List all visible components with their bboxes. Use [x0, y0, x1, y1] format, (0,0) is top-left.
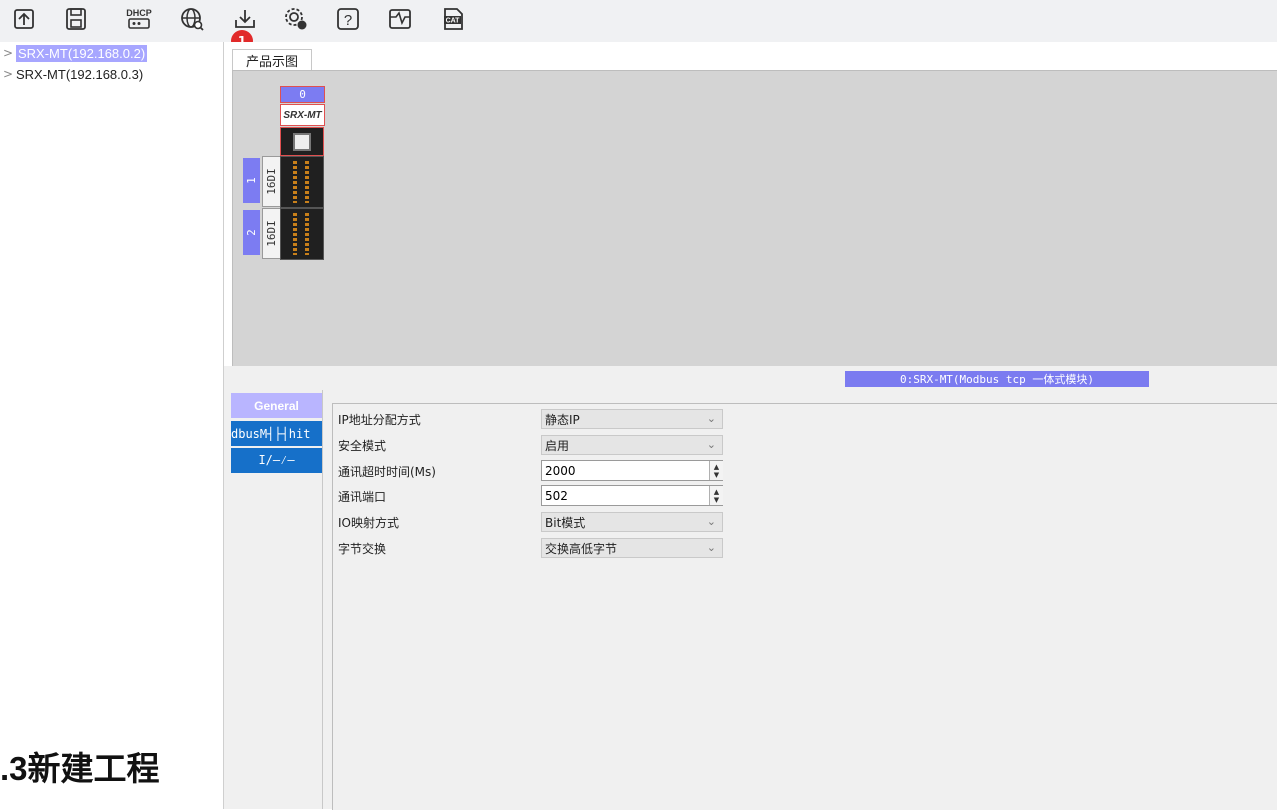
- ethernet-port-icon: [293, 132, 311, 151]
- chevron-down-icon: ⌄: [706, 515, 716, 528]
- product-tabstrip: [224, 42, 1277, 69]
- field-label-io-mapping: IO映射方式: [338, 515, 399, 530]
- selected-module-label: 0:SRX-MT(Modbus tcp 一体式模块): [845, 371, 1149, 387]
- port-input[interactable]: [541, 485, 723, 506]
- head-module-body[interactable]: [280, 127, 324, 156]
- field-label-port: 通讯端口: [338, 489, 387, 504]
- ip-assignment-select[interactable]: 静态IP ⌄: [541, 409, 723, 429]
- chevron-right-icon[interactable]: >: [0, 46, 16, 60]
- field-label-timeout: 通讯超时时间(Ms): [338, 464, 436, 479]
- tree-item-device-2[interactable]: > SRX-MT(192.168.0.3): [0, 64, 222, 84]
- general-settings-form: [332, 403, 1277, 810]
- product-canvas: 0 SRX-MT 1 16DI 2 16DI: [232, 70, 1277, 367]
- module-index-2[interactable]: 2: [243, 210, 260, 255]
- download-icon[interactable]: [231, 5, 259, 33]
- field-label-byte-swap: 字节交换: [338, 541, 387, 556]
- panel-divider: [322, 390, 323, 809]
- dhcp-icon[interactable]: DHCP: [122, 5, 156, 33]
- tree-item-device-1[interactable]: > SRX-MT(192.168.0.2): [0, 43, 222, 63]
- module-index-1[interactable]: 1: [243, 158, 260, 203]
- field-label-ip-assignment: IP地址分配方式: [338, 412, 421, 427]
- io-module-body-2[interactable]: [280, 208, 324, 260]
- module-index-0[interactable]: 0: [280, 86, 325, 103]
- section-caption: .3新建工程: [0, 750, 160, 787]
- chevron-down-icon: ⌄: [706, 412, 716, 425]
- cat-label: CAT: [446, 18, 461, 25]
- chevron-right-icon[interactable]: >: [0, 67, 16, 81]
- timeout-input[interactable]: [541, 460, 723, 481]
- tree-item-label: SRX-MT(192.168.0.2): [16, 44, 148, 62]
- tab-io[interactable]: I/—⁄—: [231, 448, 322, 473]
- device-tree: > SRX-MT(192.168.0.2) > SRX-MT(192.168.0…: [0, 42, 224, 809]
- chevron-down-icon: ⌄: [706, 438, 716, 451]
- help-icon[interactable]: ?: [334, 5, 362, 33]
- dhcp-label: DHCP: [126, 8, 152, 18]
- tree-item-label: SRX-MT(192.168.0.3): [16, 66, 144, 82]
- slot-type-label: 16DI: [262, 156, 281, 207]
- settings-icon[interactable]: [282, 5, 310, 33]
- cat-icon[interactable]: CAT: [439, 5, 467, 33]
- byte-swap-select[interactable]: 交换高低字节 ⌄: [541, 538, 723, 558]
- timeout-spinner[interactable]: ▲ ▼: [709, 461, 723, 480]
- open-project-icon[interactable]: [10, 5, 38, 33]
- chevron-down-icon: ⌄: [706, 541, 716, 554]
- field-label-security-mode: 安全模式: [338, 438, 387, 453]
- tab-modbus-mapping[interactable]: dbusM┤├┤hit: [231, 421, 322, 446]
- monitor-icon[interactable]: [386, 5, 414, 33]
- io-module-body-1[interactable]: [280, 156, 324, 208]
- network-scan-icon[interactable]: [178, 5, 206, 33]
- io-mapping-select[interactable]: Bit模式 ⌄: [541, 512, 723, 532]
- security-mode-select[interactable]: 启用 ⌄: [541, 435, 723, 455]
- save-icon[interactable]: [62, 5, 90, 33]
- port-spinner[interactable]: ▲ ▼: [709, 486, 723, 505]
- toolbar: DHCP ? CAT: [0, 0, 1277, 43]
- tab-product-view[interactable]: 产品示图: [232, 49, 312, 70]
- head-module-name: SRX-MT: [280, 104, 325, 126]
- help-glyph: ?: [344, 12, 352, 29]
- slot-type-label: 16DI: [262, 208, 281, 259]
- tab-general[interactable]: General: [231, 393, 322, 418]
